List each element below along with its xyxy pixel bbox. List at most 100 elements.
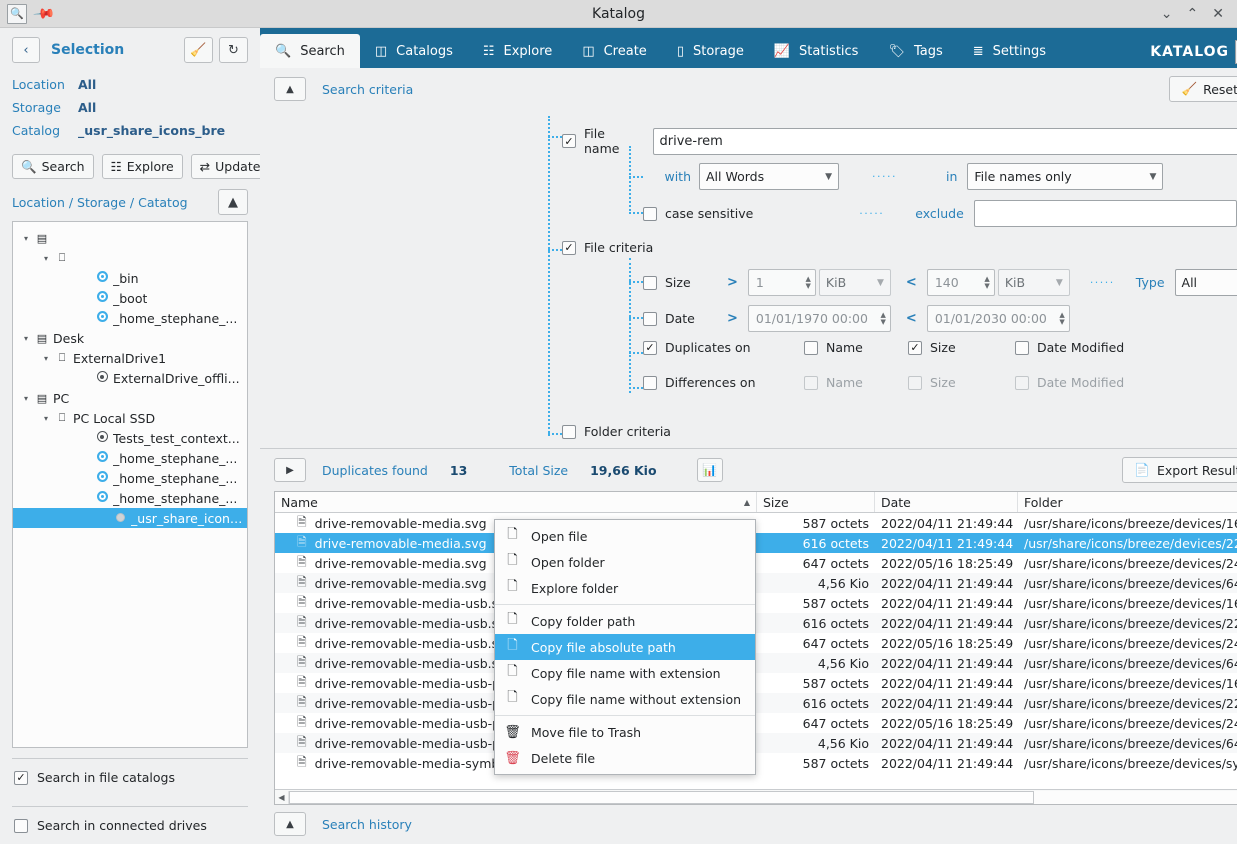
column-header-date[interactable]: Date [875, 492, 1018, 512]
tree-node[interactable]: ·_bin [13, 268, 247, 288]
results-expand-button[interactable]: ▶ [274, 458, 306, 482]
scroll-left-icon[interactable]: ◀ [275, 793, 288, 802]
table-row[interactable]: 🗎drive-removable-media-symbolic.svg587 o… [275, 753, 1237, 773]
table-row[interactable]: 🗎drive-removable-media.svg616 octets2022… [275, 533, 1237, 553]
context-menu-item[interactable]: 🗋Open folder [495, 549, 755, 575]
table-row[interactable]: 🗎drive-removable-media-usb-pe4,56 Kio202… [275, 733, 1237, 753]
sidebar-search-button[interactable]: 🔍 Search [12, 154, 94, 179]
duplicates-checkbox[interactable] [643, 341, 657, 355]
reset-button[interactable]: 🧹 Reset [1169, 76, 1237, 102]
minimize-button[interactable]: ⌄ [1161, 7, 1173, 21]
tree-node[interactable]: ▾▤PC [13, 388, 247, 408]
table-row[interactable]: 🗎drive-removable-media-usb-pe616 octets2… [275, 693, 1237, 713]
table-row[interactable]: 🗎drive-removable-media-usb.svg647 octets… [275, 633, 1237, 653]
date-min-input[interactable]: 01/01/1970 00:00 ▲▼ [748, 305, 891, 332]
table-body[interactable]: 🗎drive-removable-media.svg587 octets2022… [275, 513, 1237, 789]
context-menu-item[interactable]: 🗋Copy file absolute path [495, 634, 755, 660]
context-menu-item[interactable]: 🗑Move file to Trash [495, 719, 755, 745]
file-criteria-checkbox[interactable] [562, 241, 576, 255]
context-menu-item[interactable]: 🗋Copy file name without extension [495, 686, 755, 712]
tree-node[interactable]: ·_home_stephane_... [13, 448, 247, 468]
tree-node[interactable]: ▾▤ [13, 228, 247, 248]
table-row[interactable]: 🗎drive-removable-media.svg4,56 Kio2022/0… [275, 573, 1237, 593]
tab-search[interactable]: 🔍 Search [260, 34, 360, 68]
size-max-input[interactable]: 140 ▲▼ [927, 269, 995, 296]
table-row[interactable]: 🗎drive-removable-media.svg647 octets2022… [275, 553, 1237, 573]
spinner-arrows-icon[interactable]: ▲▼ [800, 276, 811, 289]
refresh-icon[interactable]: ↻ [219, 37, 248, 63]
pin-icon[interactable]: 📌 [32, 2, 56, 25]
case-sensitive-checkbox[interactable] [643, 207, 657, 221]
table-row[interactable]: 🗎drive-removable-media-usb-pe587 octets2… [275, 673, 1237, 693]
differences-checkbox[interactable] [643, 376, 657, 390]
collapse-up-icon[interactable]: ▲ [218, 189, 248, 215]
export-results-button[interactable]: 📄 Export Results [1122, 457, 1237, 483]
column-header-size[interactable]: Size [757, 492, 875, 512]
sidebar-update-button[interactable]: ⇄ Update [191, 154, 270, 179]
tree-node[interactable]: ▾⎕ExternalDrive1 [13, 348, 247, 368]
tree-node[interactable]: ▾▤Desk [13, 328, 247, 348]
tree-node[interactable]: ·_home_stephane_... [13, 488, 247, 508]
broom-icon[interactable]: 🧹 [184, 37, 213, 63]
tab-catalogs[interactable]: ◫ Catalogs [360, 34, 468, 68]
tab-explore[interactable]: ☷ Explore [468, 34, 567, 68]
context-menu-item[interactable]: 🗋Open file [495, 523, 755, 549]
tree-node[interactable]: ·Tests_test_context... [13, 428, 247, 448]
close-button[interactable]: ✕ [1212, 7, 1224, 21]
size-min-input[interactable]: 1 ▲▼ [748, 269, 816, 296]
with-select[interactable]: All Words ▼ [699, 163, 839, 190]
size-max-unit-select[interactable]: KiB ▼ [998, 269, 1070, 296]
tab-storage[interactable]: ▯ Storage [662, 34, 759, 68]
search-in-connected-drives-checkbox[interactable]: Search in connected drives [12, 807, 248, 844]
table-row[interactable]: 🗎drive-removable-media-usb-pe647 octets2… [275, 713, 1237, 733]
in-select[interactable]: File names only ▼ [967, 163, 1163, 190]
column-header-folder[interactable]: Folder [1018, 492, 1237, 512]
duplicates-size-checkbox[interactable] [908, 341, 922, 355]
tree-node[interactable]: ·ExternalDrive_offli... [13, 368, 247, 388]
spinner-arrows-icon[interactable]: ▲▼ [978, 276, 989, 289]
criteria-collapse-button[interactable]: ▲ [274, 77, 306, 101]
context-menu-item[interactable]: 🗋Copy folder path [495, 608, 755, 634]
tree-node[interactable]: ·_home_stephane_... [13, 468, 247, 488]
spinner-arrows-icon[interactable]: ▲▼ [1053, 312, 1064, 325]
catalog-tree[interactable]: ▾▤▾⎕·_bin·_boot·_home_stephane_...▾▤Desk… [12, 221, 248, 748]
size-min-unit-select[interactable]: KiB ▼ [819, 269, 891, 296]
tab-settings[interactable]: ≣ Settings [958, 34, 1061, 68]
tree-node[interactable]: ▾⎕ [13, 248, 247, 268]
context-menu[interactable]: 🗋Open file🗋Open folder🗋Explore folder 🗋Co… [494, 519, 756, 775]
context-menu-item[interactable]: 🗋Copy file name with extension [495, 660, 755, 686]
scroll-thumb[interactable] [289, 791, 1034, 804]
size-checkbox[interactable] [643, 276, 657, 290]
tree-expand-arrow-icon[interactable]: ▾ [39, 254, 53, 263]
table-row[interactable]: 🗎drive-removable-media-usb.svg587 octets… [275, 593, 1237, 613]
search-history-collapse-button[interactable]: ▲ [274, 812, 306, 836]
bar-chart-icon[interactable]: 📊 [697, 458, 723, 482]
tree-expand-arrow-icon[interactable]: ▾ [19, 394, 33, 403]
file-name-input[interactable]: drive-rem ⌫ [653, 128, 1237, 155]
column-header-name[interactable]: Name ▲ [275, 492, 757, 512]
duplicates-datemod-checkbox[interactable] [1015, 341, 1029, 355]
file-name-checkbox[interactable] [562, 134, 576, 148]
horizontal-scrollbar[interactable]: ◀ ▶ [275, 789, 1237, 804]
tree-expand-arrow-icon[interactable]: ▾ [19, 334, 33, 343]
tree-node[interactable]: ·_home_stephane_... [13, 308, 247, 328]
exclude-input[interactable] [974, 200, 1237, 227]
folder-criteria-checkbox[interactable] [562, 425, 576, 439]
context-menu-item[interactable]: 🗋Explore folder [495, 575, 755, 601]
table-row[interactable]: 🗎drive-removable-media-usb.svg616 octets… [275, 613, 1237, 633]
sidebar-explore-button[interactable]: ☷ Explore [102, 154, 183, 179]
duplicates-name-checkbox[interactable] [804, 341, 818, 355]
context-menu-item[interactable]: 🗑Delete file [495, 745, 755, 771]
type-select[interactable]: All ▼ [1175, 269, 1237, 296]
search-in-file-catalogs-checkbox[interactable]: Search in file catalogs [12, 759, 248, 796]
tab-create[interactable]: ◫ Create [567, 34, 662, 68]
tree-node[interactable]: ▾⎕PC Local SSD [13, 408, 247, 428]
tab-tags[interactable]: 🏷 Tags [873, 34, 957, 68]
scroll-track[interactable] [288, 791, 1237, 804]
tree-node[interactable]: ·_boot [13, 288, 247, 308]
tab-statistics[interactable]: 📈 Statistics [759, 34, 874, 68]
tree-expand-arrow-icon[interactable]: ▾ [19, 234, 33, 243]
date-max-input[interactable]: 01/01/2030 00:00 ▲▼ [927, 305, 1070, 332]
date-checkbox[interactable] [643, 312, 657, 326]
tree-node[interactable]: ·_usr_share_icons_... [13, 508, 247, 528]
